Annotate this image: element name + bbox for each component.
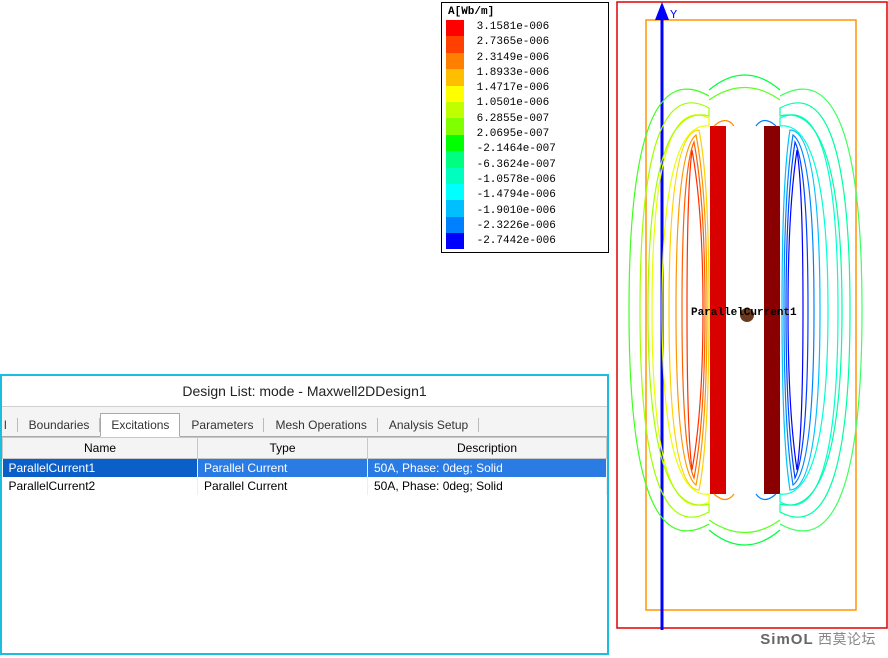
legend-swatch [446,151,464,167]
cell-type[interactable]: Parallel Current [198,459,368,478]
legend-swatch [446,69,464,85]
design-list-table: NameTypeDescription ParallelCurrent1Para… [2,437,607,495]
legend-value: -2.7442e-006 [470,234,556,249]
cell-name[interactable]: ParallelCurrent2 [3,477,198,495]
field-plot: Y [614,0,888,655]
design-list-window: Design List: mode - Maxwell2DDesign1 lBo… [0,374,609,655]
table-header-row: NameTypeDescription [3,438,607,459]
tab-parameters[interactable]: Parameters [180,413,264,436]
legend-value: 2.7365e-006 [470,35,556,50]
cell-name[interactable]: ParallelCurrent1 [3,459,198,478]
legend-value: 6.2855e-007 [470,112,556,127]
cell-description[interactable]: 50A, Phase: 0deg; Solid [368,477,607,495]
color-legend: A[Wb/m] 3.1581e-006 2.7365e-006 2.3149e-… [441,2,609,253]
legend-swatch [446,36,464,52]
tab-mesh-operations[interactable]: Mesh Operations [264,413,377,436]
legend-value: 1.4717e-006 [470,81,556,96]
table-row[interactable]: ParallelCurrent1Parallel Current50A, Pha… [3,459,607,478]
table-row[interactable]: ParallelCurrent2Parallel Current50A, Pha… [3,477,607,495]
column-header[interactable]: Name [3,438,198,459]
legend-value: 1.0501e-006 [470,96,556,111]
design-list-tabs: lBoundariesExcitationsParametersMesh Ope… [2,407,607,437]
excitation-label: ParallelCurrent1 [691,307,797,319]
tab-l[interactable]: l [4,413,18,436]
legend-swatch [446,102,464,118]
legend-swatch [446,233,464,249]
legend-value: -1.0578e-006 [470,173,556,188]
legend-swatch [446,135,464,151]
legend-value: 3.1581e-006 [470,20,556,35]
legend-swatch [446,53,464,69]
watermark-tail: 西莫论坛 [818,631,876,647]
legend-value: -1.4794e-006 [470,188,556,203]
legend-swatch [446,168,464,184]
cell-type[interactable]: Parallel Current [198,477,368,495]
watermark: SimOL 西莫论坛 [760,629,876,649]
legend-swatch [446,184,464,200]
legend-value: 1.8933e-006 [470,66,556,81]
legend-value: -6.3624e-007 [470,158,556,173]
watermark-brand: SimOL [760,631,813,648]
legend-swatch [446,86,464,102]
legend-swatch [446,118,464,134]
tab-boundaries[interactable]: Boundaries [18,413,101,436]
legend-values: 3.1581e-006 2.7365e-006 2.3149e-006 1.89… [470,20,556,249]
cell-description[interactable]: 50A, Phase: 0deg; Solid [368,459,607,478]
tab-analysis-setup[interactable]: Analysis Setup [378,413,479,436]
legend-swatch [446,20,464,36]
contour-svg: Y [614,0,888,655]
y-axis-label: Y [670,8,677,22]
legend-value: 2.0695e-007 [470,127,556,142]
column-header[interactable]: Description [368,438,607,459]
design-list-title: Design List: mode - Maxwell2DDesign1 [2,376,607,407]
legend-swatch [446,217,464,233]
tab-excitations[interactable]: Excitations [100,413,180,437]
legend-value: 2.3149e-006 [470,51,556,66]
legend-swatch [446,200,464,216]
legend-gradient [446,20,464,249]
legend-value: -2.3226e-006 [470,219,556,234]
column-header[interactable]: Type [198,438,368,459]
legend-value: -1.9010e-006 [470,204,556,219]
legend-value: -2.1464e-007 [470,142,556,157]
legend-title: A[Wb/m] [446,6,604,18]
